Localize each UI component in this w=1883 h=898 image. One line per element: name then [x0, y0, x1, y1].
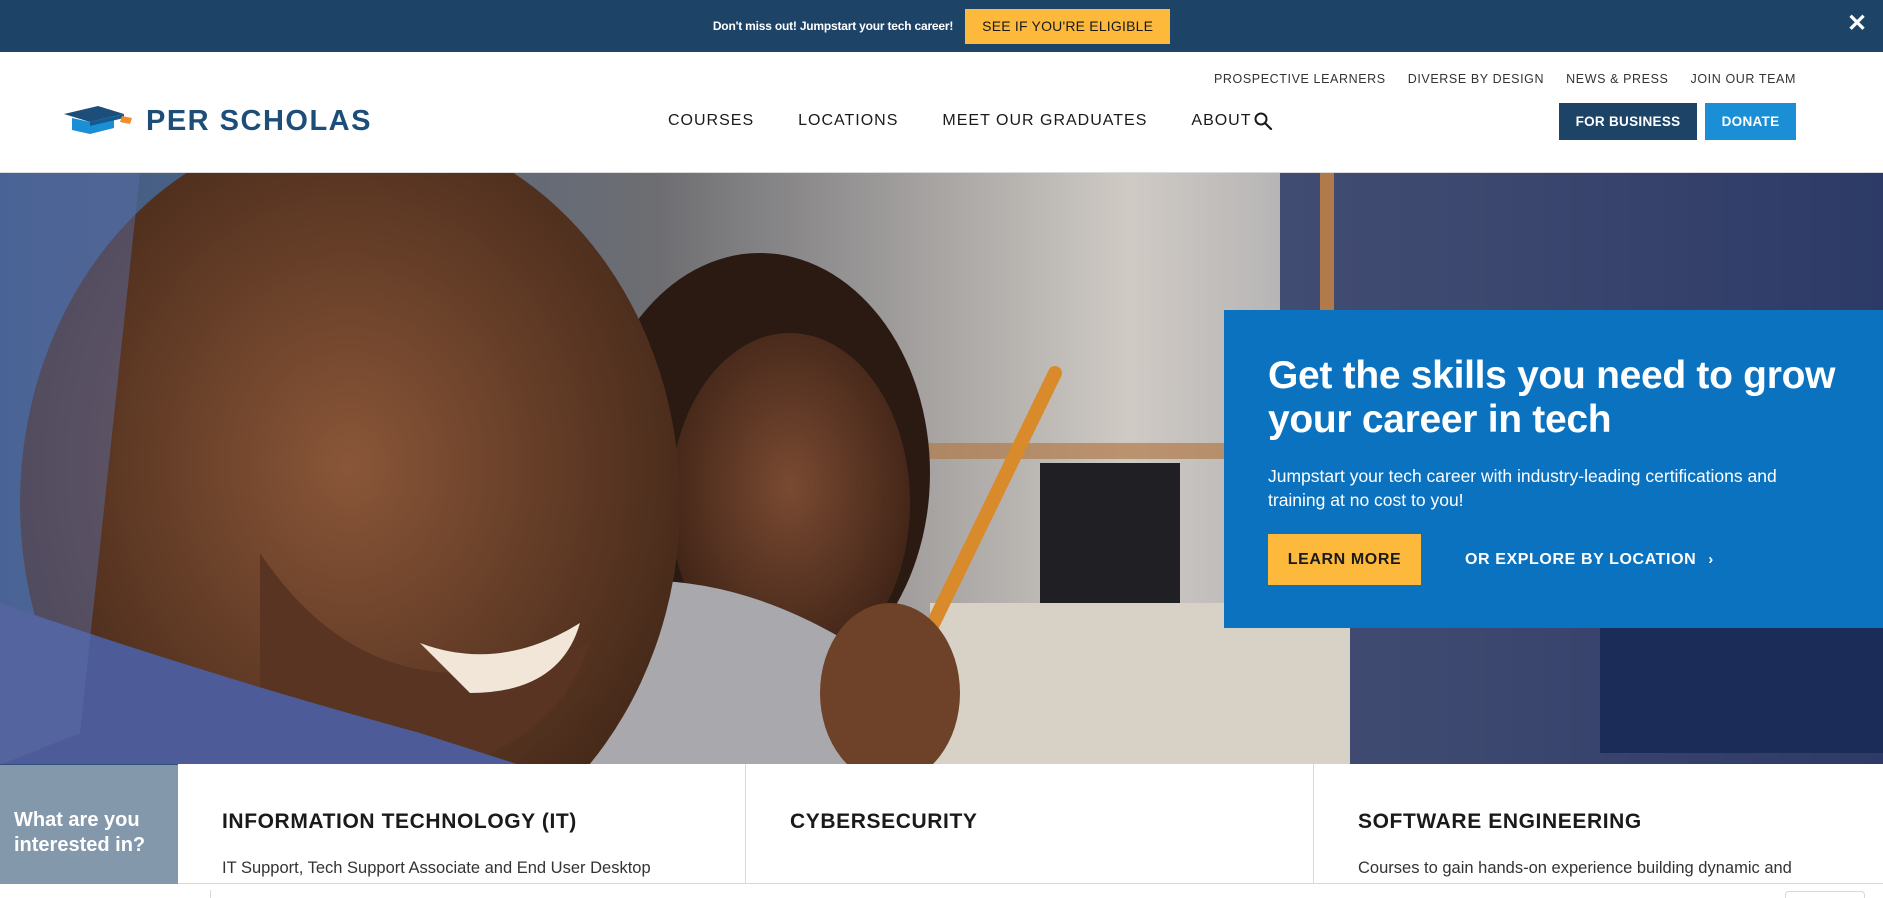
chevron-right-icon: › [1708, 551, 1714, 568]
brand-name: PER SCHOLAS [146, 104, 372, 137]
close-icon[interactable]: ✕ [1843, 10, 1871, 38]
donate-button[interactable]: DONATE [1705, 103, 1796, 140]
utility-link-prospective-learners[interactable]: PROSPECTIVE LEARNERS [1214, 72, 1386, 86]
nav-courses[interactable]: COURSES [668, 112, 754, 130]
for-business-button[interactable]: FOR BUSINESS [1559, 103, 1697, 140]
utility-link-news-press[interactable]: NEWS & PRESS [1566, 72, 1668, 86]
hero-title: Get the skills you need to grow your car… [1268, 354, 1836, 441]
course-list: INFORMATION TECHNOLOGY (IT) IT Support, … [178, 764, 1883, 884]
course-description: IT Support, Tech Support Associate and E… [222, 859, 651, 877]
promo-text: Don't miss out! Jumpstart your tech care… [712, 19, 954, 33]
hero-subtitle: Jumpstart your tech career with industry… [1268, 466, 1777, 510]
nav-meet-our-graduates[interactable]: MEET OUR GRADUATES [942, 112, 1147, 130]
hero-section: Get the skills you need to grow your car… [0, 173, 1883, 765]
course-card-software-engineering[interactable]: SOFTWARE ENGINEERING Courses to gain han… [1314, 764, 1882, 884]
graduation-cap-logo-icon [64, 106, 132, 134]
site-header: PER SCHOLAS PROSPECTIVE LEARNERS DIVERSE… [0, 52, 1883, 173]
utility-link-join-our-team[interactable]: JOIN OUR TEAM [1691, 72, 1797, 86]
promo-bar: Don't miss out! Jumpstart your tech care… [0, 0, 1883, 52]
course-card-cybersecurity[interactable]: CYBERSECURITY [746, 764, 1314, 884]
floating-widget[interactable] [1785, 891, 1865, 898]
bottom-strip [0, 884, 1883, 898]
course-description: Courses to gain hands-on experience buil… [1358, 859, 1792, 877]
interest-label: What are you interested in? [0, 764, 178, 884]
course-card-it[interactable]: INFORMATION TECHNOLOGY (IT) IT Support, … [178, 764, 746, 884]
course-title: CYBERSECURITY [790, 810, 978, 833]
course-title: SOFTWARE ENGINEERING [1358, 810, 1642, 833]
search-icon[interactable] [1253, 111, 1273, 131]
nav-about[interactable]: ABOUT [1191, 112, 1251, 130]
explore-label: OR EXPLORE BY LOCATION [1465, 550, 1697, 568]
nav-locations[interactable]: LOCATIONS [798, 112, 898, 130]
hero-actions: LEARN MORE OR EXPLORE BY LOCATION › [1268, 534, 1883, 585]
eligibility-button[interactable]: SEE IF YOU'RE ELIGIBLE [965, 8, 1171, 44]
utility-nav: PROSPECTIVE LEARNERS DIVERSE BY DESIGN N… [1214, 72, 1796, 86]
brand-logo[interactable]: PER SCHOLAS [64, 104, 372, 138]
main-nav: COURSES LOCATIONS MEET OUR GRADUATES ABO… [668, 112, 1252, 130]
divider [210, 890, 211, 898]
explore-by-location-link[interactable]: OR EXPLORE BY LOCATION › [1465, 551, 1714, 569]
course-title: INFORMATION TECHNOLOGY (IT) [222, 810, 577, 833]
hero-card: Get the skills you need to grow your car… [1224, 310, 1883, 628]
learn-more-button[interactable]: LEARN MORE [1268, 534, 1421, 585]
utility-link-diverse-by-design[interactable]: DIVERSE BY DESIGN [1408, 72, 1544, 86]
